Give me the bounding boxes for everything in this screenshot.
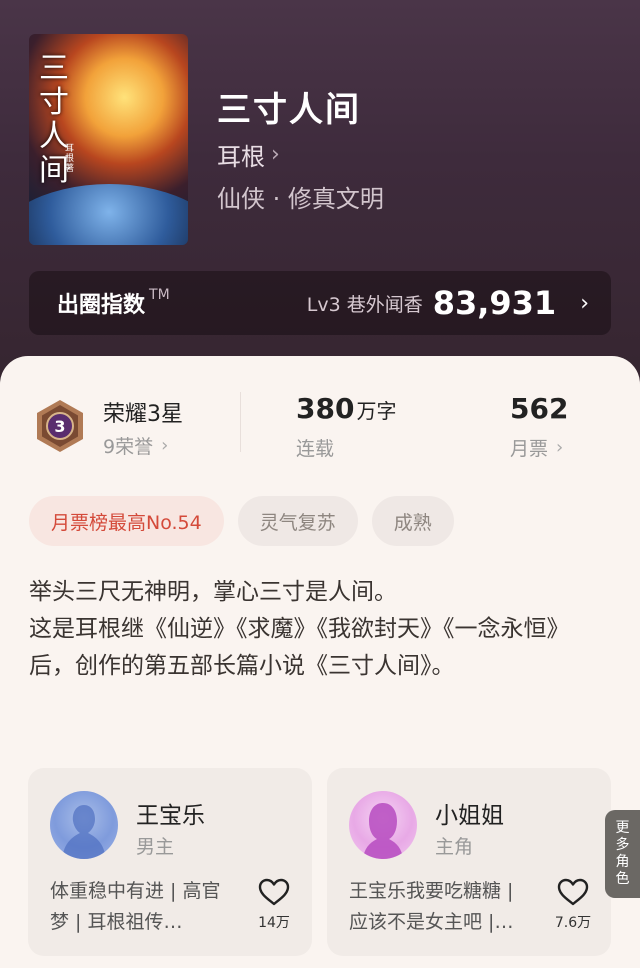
book-header: 三寸人间 耳根著 三寸人间 耳根 › 仙侠 · 修真文明 出圈指数 TM Lv3… <box>0 0 640 400</box>
book-title: 三寸人间 <box>217 90 361 130</box>
stats-divider <box>240 392 241 452</box>
author-name: 耳根 <box>217 143 265 171</box>
word-count: 380 万字 <box>296 392 396 425</box>
synopsis-line: 这是耳根继《仙逆》《求魔》《我欲封天》《一念永恒》后，创作的第五部长篇小说《三寸… <box>29 616 570 679</box>
honor-count: 9荣誉 <box>103 436 154 458</box>
honor-count-link[interactable]: 9荣誉 › <box>103 432 168 459</box>
monthly-ticket-count: 562 <box>510 392 569 425</box>
chevron-right-icon: › <box>556 437 564 458</box>
role-name: 小姐姐 <box>435 803 504 829</box>
chevron-right-icon: › <box>271 142 280 167</box>
popularity-index-bar[interactable]: 出圈指数 TM Lv3 巷外闻香 83,931 › <box>29 271 611 335</box>
more-roles-button[interactable]: 更多角色 <box>605 810 640 898</box>
chevron-right-icon: › <box>161 435 169 456</box>
chevron-right-icon: › <box>580 290 589 316</box>
monthly-ticket-label: 月票 <box>510 438 549 460</box>
honor-title[interactable]: 荣耀3星 <box>103 396 183 428</box>
role-type: 男主 <box>136 836 175 858</box>
index-level: Lv3 巷外闻香 <box>306 293 423 316</box>
character-silhouette-icon <box>62 805 106 859</box>
word-count-number: 380 <box>296 392 355 425</box>
role-card[interactable]: 王宝乐 男主 体重稳中有进 | 高官梦 | 耳根祖传… 14万 <box>28 768 312 956</box>
trademark-mark: TM <box>149 287 170 303</box>
heart-icon <box>258 878 290 906</box>
word-count-unit: 万字 <box>356 399 397 423</box>
like-count: 14万 <box>258 915 290 931</box>
author-link[interactable]: 耳根 › <box>217 137 280 172</box>
serial-status: 连载 <box>296 438 335 460</box>
book-cover[interactable]: 三寸人间 耳根著 <box>29 34 188 245</box>
like-button[interactable]: 14万 <box>254 878 294 932</box>
book-synopsis[interactable]: 举头三尺无神明，掌心三寸是人间。 这是耳根继《仙逆》《求魔》《我欲封天》《一念永… <box>29 574 609 685</box>
tag-item[interactable]: 灵气复苏 <box>237 496 358 546</box>
index-label: 出圈指数 <box>57 293 146 318</box>
like-button[interactable]: 7.6万 <box>553 878 593 932</box>
tag-rank[interactable]: 月票榜最高No.54 <box>29 496 224 546</box>
character-silhouette-icon <box>363 803 403 859</box>
tag-list: 月票榜最高No.54 灵气复苏 成熟 <box>29 496 454 546</box>
role-description: 体重稳中有进 | 高官梦 | 耳根祖传… <box>50 880 221 933</box>
honor-badge-icon[interactable]: 3 <box>32 398 88 454</box>
monthly-ticket-link[interactable]: 月票 › <box>510 434 563 461</box>
role-description: 王宝乐我要吃糖糖 | 应该不是女主吧 |… <box>349 880 514 933</box>
heart-icon <box>557 878 589 906</box>
book-genre: 仙侠 · 修真文明 <box>217 185 384 213</box>
role-name: 王宝乐 <box>136 803 205 829</box>
avatar <box>50 791 118 859</box>
avatar <box>349 791 417 859</box>
role-type: 主角 <box>435 836 474 858</box>
cover-planet-art <box>29 184 188 245</box>
tag-item[interactable]: 成熟 <box>371 496 454 546</box>
synopsis-line: 举头三尺无神明，掌心三寸是人间。 <box>29 579 397 605</box>
like-count: 7.6万 <box>554 915 592 931</box>
cover-author: 耳根著 <box>65 144 75 174</box>
badge-level: 3 <box>54 417 65 436</box>
index-score: 83,931 <box>432 284 557 322</box>
role-card[interactable]: 小姐姐 主角 王宝乐我要吃糖糖 | 应该不是女主吧 |… 7.6万 <box>327 768 611 956</box>
